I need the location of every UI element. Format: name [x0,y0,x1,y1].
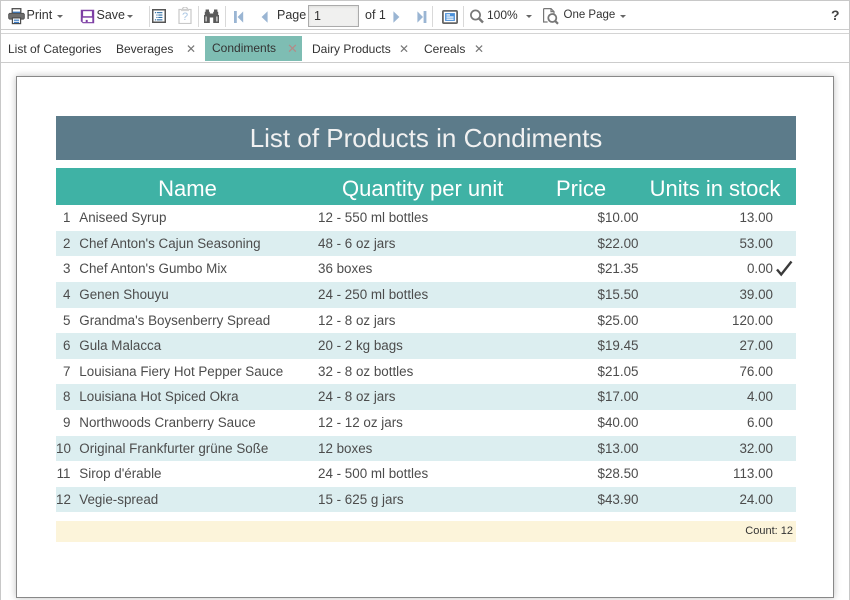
svg-text:?: ? [182,11,188,23]
